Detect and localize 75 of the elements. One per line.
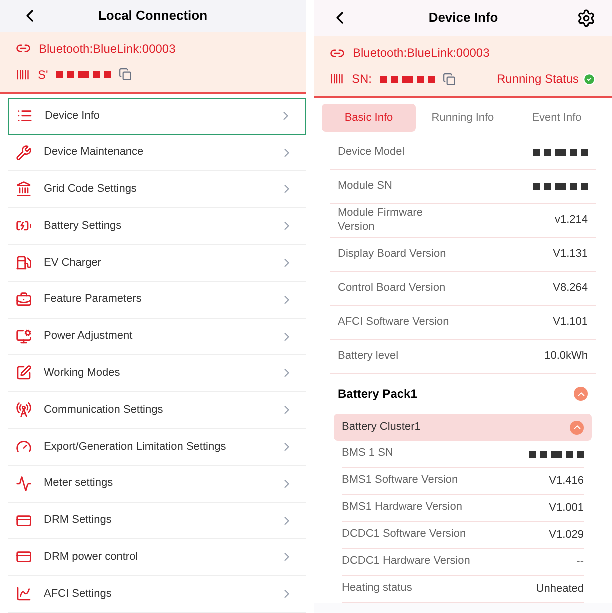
- building-icon: [16, 181, 32, 198]
- menu-item[interactable]: Power Adjustment: [8, 318, 306, 356]
- menu-item[interactable]: Device Info: [8, 98, 306, 135]
- info-value: V1.029: [549, 528, 584, 543]
- tab[interactable]: Event Info: [510, 104, 604, 132]
- menu-item[interactable]: AFCI Settings: [8, 576, 306, 613]
- menu-item[interactable]: Communication Settings: [8, 392, 306, 430]
- info-label: Module Firmware Version: [338, 206, 424, 234]
- serial-number-label: SN:: [352, 71, 372, 88]
- info-value: V8.264: [553, 281, 588, 296]
- redacted-value: [380, 76, 436, 82]
- info-value: --: [576, 554, 584, 570]
- info-label: DCDC1 Hardware Version: [342, 555, 472, 569]
- bluetooth-name: Bluetooth:BlueLink:00003: [353, 45, 490, 62]
- info-label: Module SN: [338, 180, 394, 194]
- info-value: Unheated: [536, 582, 584, 597]
- barcode-icon: [16, 68, 30, 82]
- gauge-icon: [16, 438, 32, 455]
- info-label: AFCI Software Version: [338, 316, 450, 330]
- info-label: DCDC1 Software Version: [342, 528, 468, 542]
- card-icon: [16, 512, 32, 528]
- info-label: Battery level: [338, 350, 400, 364]
- copy-icon[interactable]: [443, 72, 456, 86]
- info-label: BMS1 Software Version: [342, 474, 460, 488]
- edit-icon: [16, 365, 32, 382]
- menu-item[interactable]: Battery Settings: [8, 208, 306, 246]
- menu-item[interactable]: Feature Parameters: [8, 282, 306, 319]
- menu-item[interactable]: Working Modes: [8, 355, 306, 392]
- redacted-value: [56, 71, 112, 78]
- cluster-title: Battery Cluster1: [342, 420, 421, 436]
- list-icon: [17, 108, 33, 124]
- tab[interactable]: Basic Info: [322, 104, 416, 132]
- briefcase-icon: [16, 292, 32, 308]
- wrench-icon: [16, 144, 32, 161]
- info-value: V1.001: [549, 500, 584, 516]
- charger-icon: [16, 254, 32, 271]
- menu-item[interactable]: Meter settings: [8, 466, 306, 503]
- collapse-button[interactable]: [570, 420, 584, 434]
- menu-item[interactable]: DRM power control: [8, 539, 306, 576]
- info-label: Control Board Version: [338, 282, 447, 296]
- menu-item[interactable]: DRM Settings: [8, 502, 306, 540]
- redacted-value: [533, 183, 588, 190]
- info-label: Heating status: [342, 582, 414, 596]
- info-value: V1.416: [549, 474, 584, 489]
- menu-item[interactable]: EV Charger: [8, 245, 306, 282]
- info-value: V1.101: [553, 315, 588, 330]
- menu-item[interactable]: Export/Generation Limitation Settings: [8, 429, 306, 466]
- card-icon: [16, 549, 32, 566]
- menu-item[interactable]: Grid Code Settings: [8, 171, 306, 208]
- info-label: Display Board Version: [338, 248, 448, 262]
- redacted-value: [533, 149, 588, 156]
- tab[interactable]: Running Info: [416, 104, 510, 132]
- radio-tower-icon: [16, 402, 32, 418]
- barcode-icon: [330, 72, 344, 86]
- info-value: 10.0kWh: [544, 349, 588, 364]
- info-label: BMS1 Hardware Version: [342, 501, 464, 515]
- page-title: Local Connection: [97, 7, 209, 26]
- redacted-value: [529, 450, 584, 458]
- info-value: v1.214: [554, 213, 588, 228]
- page-title: Device Info: [428, 9, 500, 28]
- monitor-icon: [16, 328, 32, 345]
- copy-icon[interactable]: [119, 68, 132, 82]
- info-label: Device Model: [338, 146, 406, 160]
- info-value: V1.131: [553, 247, 588, 262]
- serial-number-label: S': [38, 66, 48, 84]
- pulse-icon: [16, 476, 32, 492]
- running-status: Running Status: [496, 71, 579, 88]
- collapse-button[interactable]: [574, 387, 588, 401]
- cluster-header[interactable]: Battery Cluster1: [334, 414, 592, 441]
- chart-icon: [16, 586, 32, 602]
- info-label: BMS 1 SN: [342, 447, 394, 461]
- section-title: Battery Pack1: [338, 386, 418, 403]
- bluetooth-name: Bluetooth:BlueLink:00003: [39, 40, 176, 58]
- menu-item[interactable]: Device Maintenance: [8, 134, 306, 172]
- settings-icon[interactable]: [577, 8, 596, 28]
